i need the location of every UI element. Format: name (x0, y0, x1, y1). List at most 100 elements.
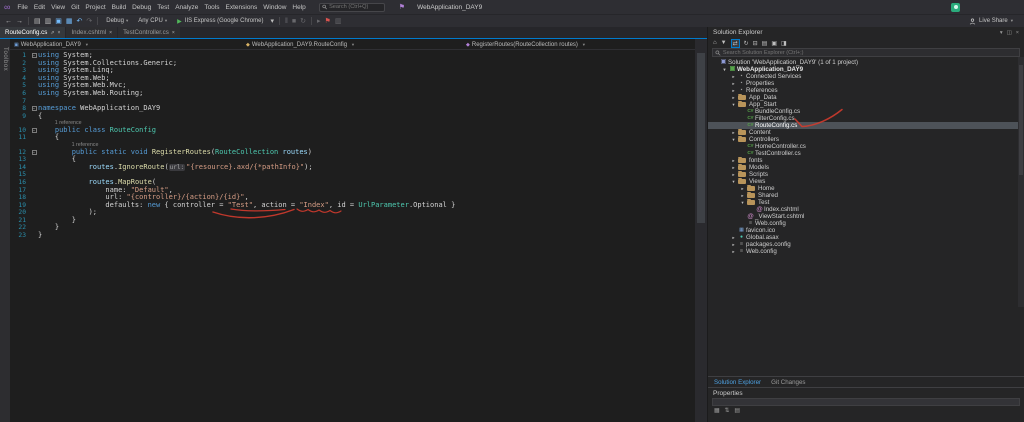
account-avatar[interactable] (951, 2, 960, 12)
fold-margin[interactable] (30, 113, 38, 121)
chevron-down-icon[interactable]: ▾ (721, 66, 728, 73)
line-number[interactable]: 22 (10, 224, 30, 232)
solution-explorer-search-input[interactable] (722, 49, 1017, 56)
fold-margin[interactable]: − (30, 52, 38, 60)
tree-item-home[interactable]: ▸ Home (708, 184, 1024, 192)
stop-icon[interactable]: ■ (292, 15, 296, 28)
configuration-dropdown[interactable]: Debug ▾ (103, 18, 131, 24)
scrollbar-thumb[interactable] (697, 53, 705, 223)
breadcrumb-member-dropdown[interactable]: ◆ RegisterRoutes(RouteCollection routes)… (466, 39, 586, 50)
tree-item-shared[interactable]: ▸ Shared (708, 191, 1024, 199)
tree-item-viewstart-cshtml[interactable]: @ _ViewStart.cshtml (708, 213, 1024, 220)
code-line-14[interactable]: 14 routes.IgnoreRoute(url: "{resource}.ax… (10, 163, 695, 172)
fold-margin[interactable] (30, 202, 38, 210)
solution-explorer-scrollbar[interactable] (1018, 57, 1024, 307)
notification-flag-icon[interactable]: ⚑ (399, 3, 405, 11)
fold-margin[interactable] (30, 134, 38, 142)
tree-item-controllers[interactable]: ▾ Controllers (708, 135, 1024, 143)
solution-explorer-search-box[interactable] (712, 48, 1020, 57)
line-number[interactable]: 15 (10, 171, 30, 179)
tree-item-webapplication-day9[interactable]: ▾ ▣ WebApplication_DAY9 (708, 66, 1024, 73)
line-number[interactable]: 9 (10, 113, 30, 121)
chevron-right-icon[interactable]: ▸ (739, 185, 746, 192)
tree-item-bundleconfig-cs[interactable]: C# BundleConfig.cs (708, 108, 1024, 115)
pause-icon[interactable]: ‖ (285, 15, 288, 28)
code-line-12[interactable]: 12− public static void RegisterRoutes(Ro… (10, 148, 695, 157)
fold-margin[interactable] (30, 187, 38, 195)
tree-item-homecontroller-cs[interactable]: C# HomeController.cs (708, 143, 1024, 150)
code-line-6[interactable]: 6 using System.Web.Routing; (10, 89, 695, 98)
line-number[interactable]: 5 (10, 82, 30, 90)
menu-help[interactable]: Help (289, 4, 308, 11)
line-number[interactable]: 7 (10, 98, 30, 106)
menu-window[interactable]: Window (260, 4, 289, 11)
chevron-right-icon[interactable]: ▸ (730, 157, 737, 164)
fold-margin[interactable] (30, 179, 38, 187)
menu-build[interactable]: Build (109, 4, 129, 11)
code-line-11[interactable]: 11 { (10, 134, 695, 142)
code-line-22[interactable]: 22 } (10, 224, 695, 232)
code-line-20[interactable]: 20 ); (10, 208, 695, 217)
chevron-down-icon[interactable]: ▾ (739, 199, 746, 206)
tree-item-filterconfig-cs[interactable]: C# FilterConfig.cs (708, 115, 1024, 122)
chevron-down-icon[interactable]: ▾ (1000, 30, 1003, 36)
tree-item-solution-webapplication-day9-1-of-1-project[interactable]: ▣ Solution 'WebApplication_DAY9' (1 of 1 … (708, 59, 1024, 66)
menu-analyze[interactable]: Analyze (172, 4, 201, 11)
line-number[interactable]: 13 (10, 156, 30, 164)
chevron-right-icon[interactable]: ▸ (730, 164, 737, 171)
line-number[interactable]: 10 (10, 127, 30, 135)
line-number[interactable]: 18 (10, 194, 30, 202)
collapse-all-icon[interactable]: ⊟ (753, 40, 758, 47)
tree-item-favicon-ico[interactable]: ▦ favicon.ico (708, 227, 1024, 234)
forward-icon[interactable]: → (16, 15, 23, 28)
fold-margin[interactable] (30, 82, 38, 90)
tree-item-index-cshtml[interactable]: @ Index.cshtml (708, 206, 1024, 213)
tree-item-references[interactable]: ▸ ▪ References (708, 87, 1024, 94)
close-icon[interactable]: × (109, 30, 112, 36)
chevron-down-icon[interactable]: ▾ (730, 136, 737, 143)
code-line-8[interactable]: 8− namespace WebApplication_DAY9 (10, 104, 695, 113)
close-icon[interactable]: × (172, 30, 175, 36)
panel-tab-git-changes[interactable]: Git Changes (771, 379, 805, 386)
tree-item-routeconfig-cs[interactable]: C# RouteConfig.cs (708, 122, 1024, 129)
properties-icon[interactable]: ▣ (771, 40, 777, 47)
code-editor[interactable]: ▣ WebApplication_DAY9 ▼ ◆ WebApplication… (10, 39, 695, 422)
code-line-3[interactable]: 3 using System.Linq; (10, 66, 695, 75)
tree-item-views[interactable]: ▾ Views (708, 177, 1024, 185)
tree-item-web-config[interactable]: ▸ ≡ Web.config (708, 248, 1024, 255)
filter-icon[interactable]: ▼ (721, 40, 727, 46)
line-number[interactable]: 11 (10, 134, 30, 142)
find-in-files-icon[interactable]: ▸ (317, 15, 321, 28)
chevron-right-icon[interactable]: ▸ (730, 241, 737, 248)
menu-file[interactable]: File (14, 4, 30, 11)
fold-margin[interactable] (30, 90, 38, 98)
fold-margin[interactable] (30, 67, 38, 75)
editor-vertical-scrollbar[interactable] (695, 39, 707, 422)
line-number[interactable]: 17 (10, 187, 30, 195)
line-number[interactable]: 8 (10, 105, 30, 113)
menu-git[interactable]: Git (68, 4, 82, 11)
tab-index-cshtml[interactable]: Index.cshtml × (66, 27, 118, 38)
line-number[interactable]: 19 (10, 202, 30, 210)
chevron-right-icon[interactable]: ▸ (730, 87, 737, 94)
tree-item-content[interactable]: ▸ Content (708, 128, 1024, 136)
line-number[interactable]: 20 (10, 209, 30, 217)
platform-dropdown[interactable]: Any CPU ▾ (135, 18, 170, 24)
fold-margin[interactable] (30, 156, 38, 164)
collapse-region-icon[interactable]: − (31, 106, 37, 112)
tab-testcontroller-cs[interactable]: TestController.cs × (118, 27, 180, 38)
breadcrumb-project-dropdown[interactable]: ▣ WebApplication_DAY9 ▼ (14, 39, 89, 50)
line-number[interactable]: 14 (10, 164, 30, 172)
chevron-right-icon[interactable]: ▸ (739, 192, 746, 199)
preview-icon[interactable]: ◨ (781, 40, 787, 47)
fold-margin[interactable] (30, 171, 38, 179)
menu-edit[interactable]: Edit (31, 4, 48, 11)
collapse-region-icon[interactable]: − (31, 149, 37, 155)
tab-routeconfig-cs[interactable]: RouteConfig.cs ⇗ × (0, 27, 66, 38)
maximize-icon[interactable]: ◫ (1007, 30, 1012, 36)
line-number[interactable]: 1 (10, 52, 30, 60)
quick-search-box[interactable] (318, 2, 385, 12)
line-number[interactable]: 3 (10, 67, 30, 75)
tree-item-scripts[interactable]: ▸ Scripts (708, 170, 1024, 178)
show-all-files-icon[interactable]: ▤ (762, 40, 768, 47)
